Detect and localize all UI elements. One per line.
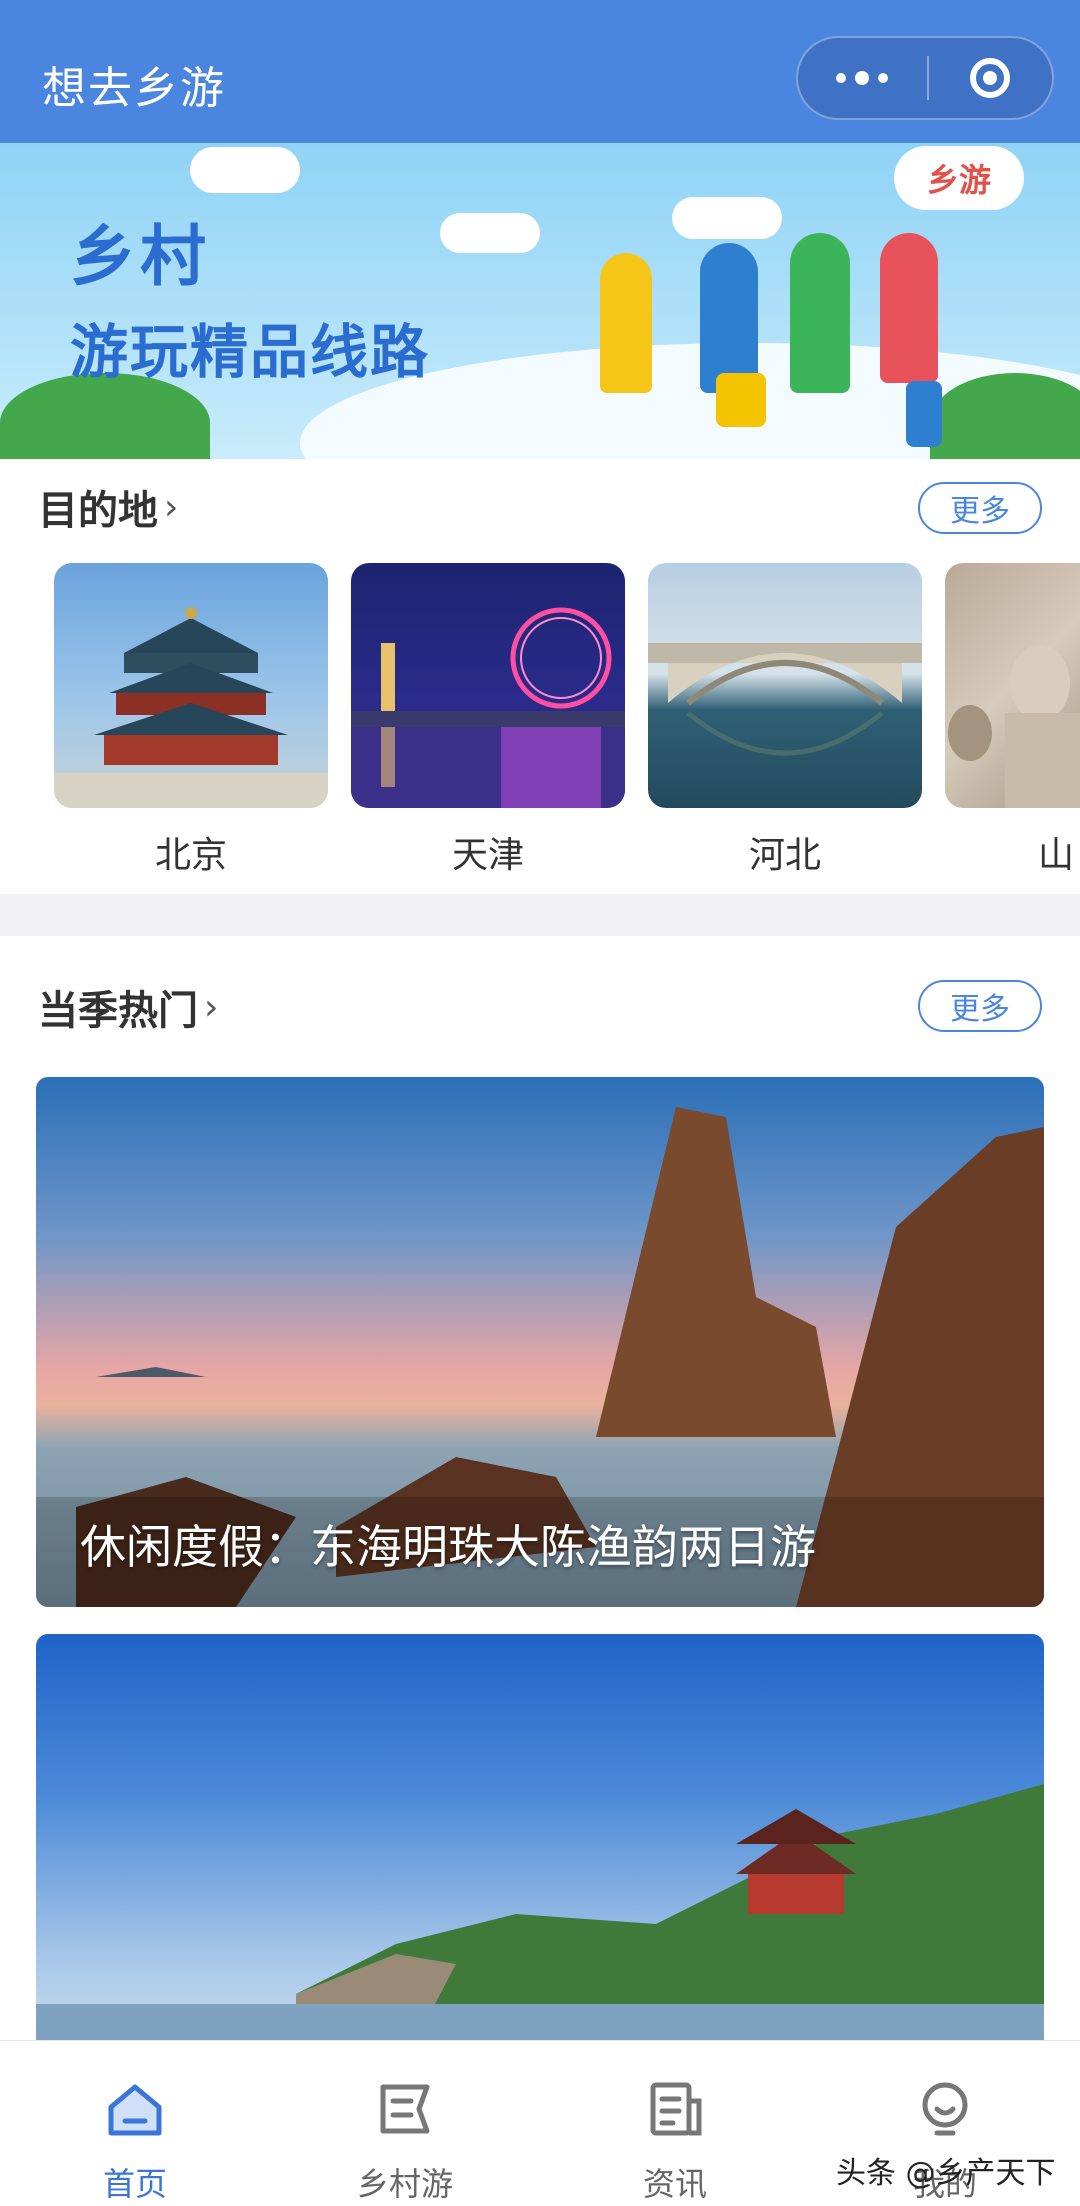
suitcase-illustration bbox=[906, 381, 942, 447]
destination-label: 河北 bbox=[748, 835, 821, 876]
traveler-illustration bbox=[880, 233, 938, 383]
banner-title-line2: 游玩精品线路 bbox=[70, 318, 431, 386]
coastal-pavilion-image bbox=[36, 1784, 1044, 2040]
news-icon bbox=[650, 2082, 702, 2136]
app-title: 想去乡游 bbox=[42, 63, 226, 114]
trip-caption: 休闲度假：东海明珠大陈渔韵两日游 bbox=[80, 1520, 816, 1574]
cloud-decoration bbox=[440, 213, 540, 253]
destinations-more-button[interactable]: 更多 bbox=[918, 482, 1042, 534]
section-separator bbox=[0, 894, 1080, 936]
destination-card-beijing[interactable] bbox=[54, 563, 328, 808]
hot-trip-card[interactable]: 休闲度假：东海明珠大陈渔韵两日游 bbox=[36, 1077, 1044, 1607]
brand-logo: 乡游 bbox=[894, 146, 1024, 210]
map-icon bbox=[380, 2084, 430, 2134]
home-icon bbox=[108, 2084, 162, 2136]
more-menu-button[interactable] bbox=[798, 38, 926, 118]
close-button[interactable] bbox=[928, 38, 1052, 118]
destination-card-hebei[interactable] bbox=[648, 563, 922, 808]
dot-icon bbox=[855, 71, 869, 85]
tab-label: 乡村游 bbox=[356, 2165, 453, 2203]
temple-of-heaven-image bbox=[54, 607, 328, 808]
hot-more-button[interactable]: 更多 bbox=[918, 980, 1042, 1032]
hot-header[interactable]: 当季热门 › bbox=[38, 978, 218, 1036]
zhaozhou-bridge-image bbox=[648, 643, 922, 756]
cloud-decoration bbox=[672, 197, 782, 239]
destination-label: 天津 bbox=[451, 835, 524, 876]
destination-card-tianjin[interactable] bbox=[351, 563, 625, 808]
user-icon bbox=[922, 2082, 968, 2136]
tab-news[interactable]: 资讯 bbox=[540, 2041, 810, 2206]
destination-label: 北京 bbox=[154, 835, 227, 876]
traveler-illustration bbox=[700, 243, 758, 393]
traveler-illustration bbox=[600, 253, 652, 393]
watermark-text: 头条 @乡产天下 bbox=[836, 2156, 1056, 2191]
mini-program-capsule bbox=[796, 36, 1054, 120]
chevron-right-icon: › bbox=[164, 486, 179, 528]
destinations-title: 目的地 bbox=[38, 488, 158, 534]
tab-rural-travel[interactable]: 乡村游 bbox=[270, 2041, 540, 2206]
tianjin-eye-image bbox=[351, 607, 625, 808]
suitcase-illustration bbox=[716, 373, 766, 427]
tab-home[interactable]: 首页 bbox=[0, 2041, 270, 2206]
destination-card-shan[interactable] bbox=[945, 563, 1080, 808]
hot-trip-card[interactable] bbox=[36, 1634, 1044, 2040]
banner-title: 乡村 游玩精品线路 bbox=[70, 203, 430, 389]
chevron-right-icon: › bbox=[204, 986, 219, 1028]
destination-label: 山 bbox=[1038, 835, 1075, 876]
target-icon bbox=[970, 58, 1010, 98]
banner-title-line1: 乡村 bbox=[70, 217, 210, 295]
destinations-header[interactable]: 目的地 › bbox=[38, 478, 178, 536]
navigation-bar: 想去乡游 bbox=[0, 0, 1080, 143]
promo-banner[interactable]: 乡村 游玩精品线路 乡游 bbox=[0, 143, 1080, 459]
tab-label: 资讯 bbox=[642, 2165, 707, 2203]
cloud-decoration bbox=[190, 147, 300, 193]
dot-icon bbox=[878, 73, 888, 83]
traveler-illustration bbox=[790, 233, 850, 393]
tab-label: 首页 bbox=[102, 2165, 167, 2203]
grotto-buddha-image bbox=[948, 645, 1080, 808]
hot-title: 当季热门 bbox=[38, 988, 198, 1034]
dot-icon bbox=[836, 73, 846, 83]
